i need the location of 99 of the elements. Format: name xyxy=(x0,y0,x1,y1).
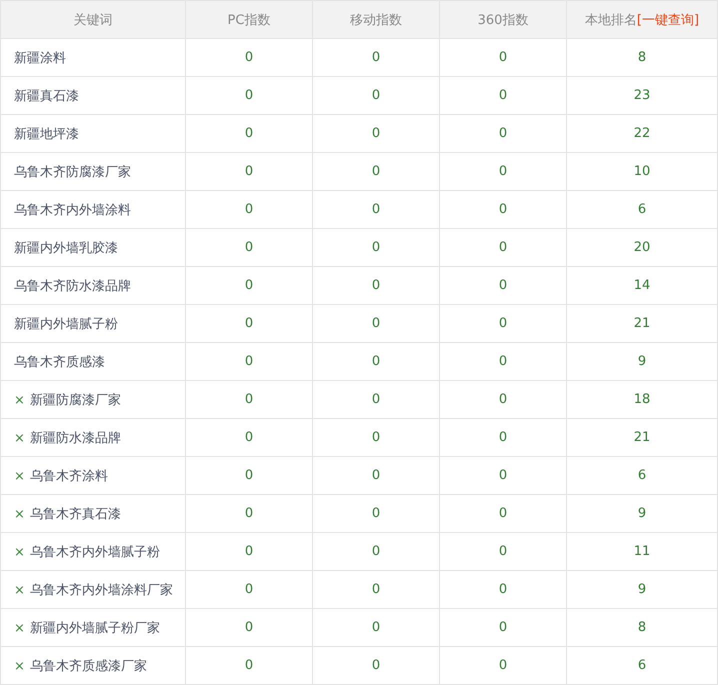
table-cell: 0 xyxy=(440,266,566,304)
keyword-text: 新疆内外墙腻子粉 xyxy=(14,316,118,332)
table-cell: 0 xyxy=(312,456,440,494)
table-cell: 0 xyxy=(312,304,440,342)
table-cell: 0 xyxy=(312,494,440,532)
remove-button[interactable]: × xyxy=(14,544,25,560)
table-cell: 23 xyxy=(566,76,718,114)
table-cell: 0 xyxy=(440,114,566,152)
column-header-label: PC指数 xyxy=(228,12,270,28)
table-cell: 11 xyxy=(566,532,718,570)
table-cell: 0 xyxy=(440,608,566,646)
remove-button[interactable]: × xyxy=(14,506,25,522)
table-cell: 0 xyxy=(440,228,566,266)
keyword-text: 乌鲁木齐防水漆品牌 xyxy=(14,278,131,294)
table-cell: 0 xyxy=(186,570,312,608)
table-cell: 0 xyxy=(186,190,312,228)
table-cell: 0 xyxy=(186,76,312,114)
table-cell: 0 xyxy=(440,38,566,76)
keyword-text: 新疆内外墙腻子粉厂家 xyxy=(30,620,160,636)
table-cell: 0 xyxy=(440,456,566,494)
table-cell: 6 xyxy=(566,646,718,684)
table-cell: 0 xyxy=(440,494,566,532)
table-cell: 0 xyxy=(186,228,312,266)
table-cell: 0 xyxy=(440,190,566,228)
keyword-text: 乌鲁木齐涂料 xyxy=(30,468,108,484)
table-cell: 8 xyxy=(566,608,718,646)
table-cell: 0 xyxy=(312,76,440,114)
column-header-label: 关键词 xyxy=(74,12,112,28)
table-cell: 0 xyxy=(312,646,440,684)
table-cell: 0 xyxy=(440,418,566,456)
table-cell: 0 xyxy=(440,646,566,684)
table-cell: 0 xyxy=(312,418,440,456)
table-cell: 0 xyxy=(312,570,440,608)
table-cell: 0 xyxy=(186,152,312,190)
table-cell: 0 xyxy=(186,418,312,456)
table-cell: 0 xyxy=(440,304,566,342)
table-cell: 9 xyxy=(566,570,718,608)
table-cell: 6 xyxy=(566,456,718,494)
table-cell: 0 xyxy=(312,190,440,228)
table-cell: 21 xyxy=(566,418,718,456)
keyword-text: 新疆真石漆 xyxy=(14,88,79,104)
table-cell: 0 xyxy=(440,152,566,190)
table-cell: 0 xyxy=(186,646,312,684)
remove-button[interactable]: × xyxy=(14,582,25,598)
table-cell: 0 xyxy=(440,380,566,418)
remove-button[interactable]: × xyxy=(14,658,25,674)
table-cell: 0 xyxy=(440,570,566,608)
table-cell: 0 xyxy=(312,228,440,266)
table-cell: 18 xyxy=(566,380,718,418)
table-cell: 0 xyxy=(440,342,566,380)
column-header-label: 移动指数 xyxy=(350,12,402,28)
table-cell: 9 xyxy=(566,342,718,380)
keyword-text: 新疆内外墙乳胶漆 xyxy=(14,240,118,256)
table-cell: 0 xyxy=(312,114,440,152)
keyword-text: 新疆涂料 xyxy=(14,50,66,66)
table-cell: 0 xyxy=(186,532,312,570)
table-cell: 21 xyxy=(566,304,718,342)
column-header-label: 本地排名 xyxy=(584,12,637,28)
table-cell: 0 xyxy=(440,532,566,570)
table-cell: 6 xyxy=(566,190,718,228)
table-cell: 0 xyxy=(312,380,440,418)
keyword-text: 乌鲁木齐内外墙涂料厂家 xyxy=(30,582,173,598)
table-cell: 8 xyxy=(566,38,718,76)
table-cell: 0 xyxy=(186,342,312,380)
table-cell: 0 xyxy=(186,266,312,304)
table-cell: 0 xyxy=(186,380,312,418)
keyword-text: 乌鲁木齐内外墙涂料 xyxy=(14,202,131,218)
keyword-text: 新疆地坪漆 xyxy=(14,126,79,142)
remove-button[interactable]: × xyxy=(14,468,25,484)
keyword-text: 乌鲁木齐内外墙腻子粉 xyxy=(30,544,160,560)
table-cell: 0 xyxy=(186,608,312,646)
table-cell: 0 xyxy=(440,76,566,114)
table-cell: 20 xyxy=(566,228,718,266)
remove-button[interactable]: × xyxy=(14,620,25,636)
remove-button[interactable]: × xyxy=(14,430,25,446)
table-cell: 0 xyxy=(186,38,312,76)
table-cell: 0 xyxy=(186,304,312,342)
table-cell: 10 xyxy=(566,152,718,190)
table-cell: 0 xyxy=(312,152,440,190)
table-cell: 0 xyxy=(186,494,312,532)
remove-button[interactable]: × xyxy=(14,392,25,408)
table-cell: 14 xyxy=(566,266,718,304)
table-cell: 0 xyxy=(186,114,312,152)
keyword-text: 乌鲁木齐防腐漆厂家 xyxy=(14,164,131,180)
table-cell: 0 xyxy=(312,532,440,570)
keyword-text: 乌鲁木齐真石漆 xyxy=(30,506,121,522)
table-cell: 0 xyxy=(312,342,440,380)
table-cell: 0 xyxy=(312,38,440,76)
keyword-text: 新疆防水漆品牌 xyxy=(30,430,121,446)
query-link[interactable]: [一键查询] xyxy=(636,12,700,28)
column-header-label: 360指数 xyxy=(478,12,528,28)
table-cell: 9 xyxy=(566,494,718,532)
table-cell: 0 xyxy=(186,456,312,494)
table-cell: 22 xyxy=(566,114,718,152)
keyword-text: 乌鲁木齐质感漆厂家 xyxy=(30,658,147,674)
keyword-text: 新疆防腐漆厂家 xyxy=(30,392,121,408)
table-cell: 0 xyxy=(312,266,440,304)
table-cell: 0 xyxy=(312,608,440,646)
keyword-text: 乌鲁木齐质感漆 xyxy=(14,354,105,370)
